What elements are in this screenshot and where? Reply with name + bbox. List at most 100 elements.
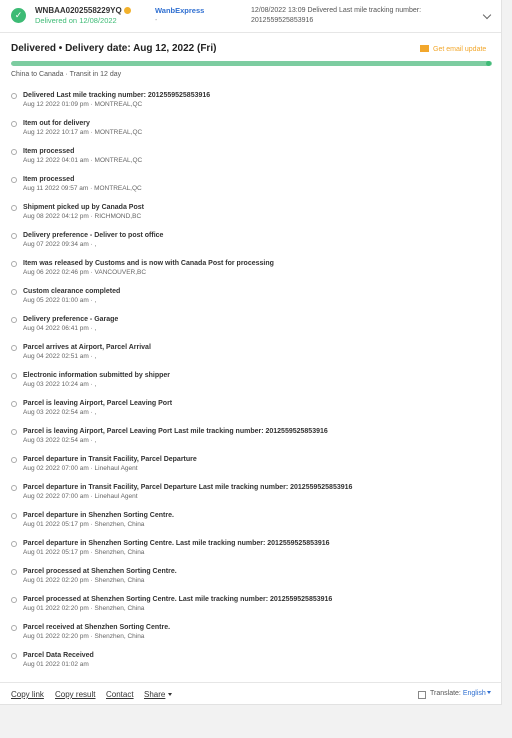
timeline-bullet-icon <box>11 261 17 267</box>
email-update-button[interactable]: Get email update <box>420 45 486 53</box>
event-title: Item was released by Customs and is now … <box>23 260 274 267</box>
event-title: Delivery preference - Garage <box>23 316 119 323</box>
caret-down-icon <box>486 691 491 694</box>
progress-end-dot <box>486 61 491 66</box>
event-title: Parcel arrives at Airport, Parcel Arriva… <box>23 344 151 351</box>
event-item: Item processed Aug 12 2022 04:01 am · MON… <box>11 147 497 175</box>
event-meta: Aug 04 2022 06:41 pm · , <box>23 325 97 332</box>
delivery-status: Delivered • Delivery date: Aug 12, 2022 … <box>11 43 217 54</box>
timeline-bullet-icon <box>11 373 17 379</box>
timeline-bullet-icon <box>11 205 17 211</box>
event-meta: Aug 03 2022 10:24 am · , <box>23 381 97 388</box>
event-title: Delivered Last mile tracking number: 201… <box>23 92 211 99</box>
event-title: Delivery preference - Deliver to post of… <box>23 232 164 239</box>
event-title: Parcel is leaving Airport, Parcel Leavin… <box>23 428 328 435</box>
copy-link-button[interactable]: Copy link <box>11 690 44 699</box>
carrier-link[interactable]: WanbExpress <box>155 6 204 15</box>
timeline-bullet-icon <box>11 121 17 127</box>
tracking-number: WNBAA0202558229YQ <box>35 6 131 15</box>
event-title: Item out for delivery <box>23 120 90 127</box>
event-item: Parcel processed at Shenzhen Sorting Cen… <box>11 595 497 623</box>
event-title: Parcel Data Received <box>23 652 94 659</box>
event-meta: Aug 03 2022 02:54 am · , <box>23 409 97 416</box>
timeline-bullet-icon <box>11 485 17 491</box>
event-title: Parcel departure in Transit Facility, Pa… <box>23 484 353 491</box>
route-info: China to Canada · Transit in 12 day <box>11 71 122 78</box>
event-meta: Aug 05 2022 01:00 am · , <box>23 297 97 304</box>
event-meta: Aug 12 2022 04:01 am · MONTREAL,QC <box>23 157 143 164</box>
event-item: Custom clearance completed Aug 05 2022 01… <box>11 287 497 315</box>
event-meta: Aug 02 2022 07:00 am · Linehaul Agent <box>23 465 138 472</box>
tracking-header[interactable]: ✓ WNBAA0202558229YQ Delivered on 12/08/2… <box>0 0 501 33</box>
event-item: Parcel processed at Shenzhen Sorting Cen… <box>11 567 497 595</box>
timeline-bullet-icon <box>11 625 17 631</box>
timeline-bullet-icon <box>11 93 17 99</box>
event-item: Parcel Data Received Aug 01 2022 01:02 am <box>11 651 497 679</box>
tracking-card: ✓ WNBAA0202558229YQ Delivered on 12/08/2… <box>0 0 502 705</box>
event-item: Parcel arrives at Airport, Parcel Arriva… <box>11 343 497 371</box>
event-title: Parcel departure in Transit Facility, Pa… <box>23 456 197 463</box>
translate-label: Translate: <box>430 690 461 697</box>
chevron-down-icon[interactable] <box>482 10 492 20</box>
event-item: Item was released by Customs and is now … <box>11 259 497 287</box>
event-item: Delivery preference - Garage Aug 04 2022 … <box>11 315 497 343</box>
event-meta: Aug 01 2022 02:20 pm · Shenzhen, China <box>23 633 145 640</box>
event-title: Parcel departure in Shenzhen Sorting Cen… <box>23 512 174 519</box>
event-item: Parcel received at Shenzhen Sorting Cent… <box>11 623 497 651</box>
event-item: Parcel departure in Shenzhen Sorting Cen… <box>11 511 497 539</box>
event-list: Delivered Last mile tracking number: 201… <box>11 91 497 679</box>
event-meta: Aug 01 2022 05:17 pm · Shenzhen, China <box>23 549 145 556</box>
event-item: Electronic information submitted by ship… <box>11 371 497 399</box>
event-meta: Aug 06 2022 02:46 pm · VANCOUVER,BC <box>23 269 147 276</box>
event-meta: Aug 07 2022 09:34 am · , <box>23 241 97 248</box>
timeline-bullet-icon <box>11 345 17 351</box>
timeline-bullet-icon <box>11 457 17 463</box>
event-item: Item processed Aug 11 2022 09:57 am · MON… <box>11 175 497 203</box>
event-title: Shipment picked up by Canada Post <box>23 204 144 211</box>
event-item: Parcel departure in Transit Facility, Pa… <box>11 483 497 511</box>
progress-bar <box>11 61 492 66</box>
event-title: Item processed <box>23 176 75 183</box>
event-title: Parcel departure in Shenzhen Sorting Cen… <box>23 540 330 547</box>
translate-control: Translate: English <box>430 690 491 697</box>
event-item: Shipment picked up by Canada Post Aug 08 … <box>11 203 497 231</box>
timeline-bullet-icon <box>11 569 17 575</box>
event-item: Delivery preference - Deliver to post of… <box>11 231 497 259</box>
timeline-bullet-icon <box>11 317 17 323</box>
event-item: Parcel is leaving Airport, Parcel Leavin… <box>11 399 497 427</box>
timeline-bullet-icon <box>11 289 17 295</box>
copy-icon[interactable] <box>123 7 131 14</box>
event-meta: Aug 12 2022 10:17 am · MONTREAL,QC <box>23 129 143 136</box>
share-button[interactable]: Share <box>144 690 173 699</box>
timeline-bullet-icon <box>11 513 17 519</box>
timeline-bullet-icon <box>11 149 17 155</box>
event-item: Parcel departure in Transit Facility, Pa… <box>11 455 497 483</box>
timeline-bullet-icon <box>11 401 17 407</box>
event-meta: Aug 01 2022 01:02 am <box>23 661 89 668</box>
latest-event: 12/08/2022 13:09 Delivered Last mile tra… <box>251 7 422 24</box>
event-meta: Aug 01 2022 05:17 pm · Shenzhen, China <box>23 521 145 528</box>
footer: Copy link Copy result Contact Share Tran… <box>0 682 502 705</box>
translate-checkbox[interactable] <box>418 691 426 699</box>
carrier-sub: - <box>155 17 158 24</box>
event-title: Parcel processed at Shenzhen Sorting Cen… <box>23 568 177 575</box>
event-meta: Aug 12 2022 01:09 pm · MONTREAL,QC <box>23 101 143 108</box>
event-meta: Aug 01 2022 02:20 pm · Shenzhen, China <box>23 577 145 584</box>
timeline-bullet-icon <box>11 597 17 603</box>
event-title: Parcel received at Shenzhen Sorting Cent… <box>23 624 171 631</box>
timeline-bullet-icon <box>11 233 17 239</box>
timeline-bullet-icon <box>11 177 17 183</box>
contact-button[interactable]: Contact <box>106 690 134 699</box>
event-meta: Aug 04 2022 02:51 am · , <box>23 353 97 360</box>
event-title: Custom clearance completed <box>23 288 121 295</box>
event-title: Electronic information submitted by ship… <box>23 372 171 379</box>
caret-down-icon <box>168 693 173 696</box>
delivered-on: Delivered on 12/08/2022 <box>35 16 117 25</box>
event-title: Parcel is leaving Airport, Parcel Leavin… <box>23 400 173 407</box>
event-item: Delivered Last mile tracking number: 201… <box>11 91 497 119</box>
language-select[interactable]: English <box>463 690 491 697</box>
event-meta: Aug 03 2022 02:54 am · , <box>23 437 97 444</box>
check-circle-icon: ✓ <box>11 8 26 23</box>
event-title: Parcel processed at Shenzhen Sorting Cen… <box>23 596 333 603</box>
copy-result-button[interactable]: Copy result <box>55 690 95 699</box>
